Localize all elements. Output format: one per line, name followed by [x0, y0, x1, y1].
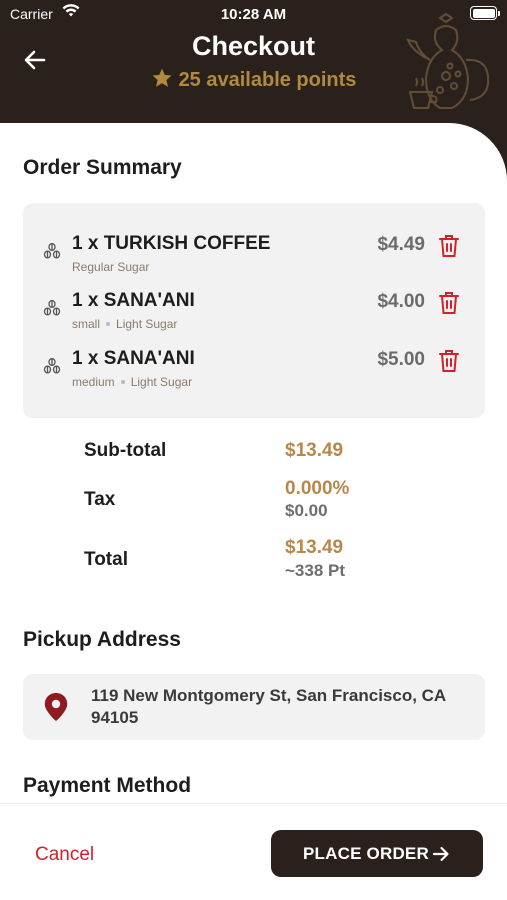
- item-option: small: [72, 317, 101, 331]
- address-line-1: 119 New Montgomery St, San Francisco, CA: [91, 686, 447, 705]
- star-icon: [151, 67, 173, 95]
- trash-icon: [439, 350, 459, 372]
- order-item: 1 x SANA'ANI small Light Sugar $4.00: [23, 290, 485, 340]
- item-options: medium Light Sugar: [72, 375, 192, 389]
- coffee-beans-icon: [43, 299, 61, 321]
- tax-rate: 0.000%: [285, 478, 350, 499]
- trash-icon: [439, 235, 459, 257]
- item-name: 1 x SANA'ANI: [72, 348, 195, 369]
- pickup-address-text: 119 New Montgomery St, San Francisco, CA…: [91, 685, 461, 729]
- item-option: medium: [72, 375, 115, 389]
- place-order-button[interactable]: PLACE ORDER: [271, 830, 483, 877]
- tax-label: Tax: [84, 489, 116, 510]
- subtotal-value: $13.49: [285, 440, 344, 461]
- item-options: Regular Sugar: [72, 260, 149, 274]
- delete-item-button[interactable]: [437, 348, 461, 379]
- trash-icon: [439, 292, 459, 314]
- points-text: 25 available points: [178, 69, 357, 91]
- item-name: 1 x TURKISH COFFEE: [72, 233, 271, 254]
- place-order-label: PLACE ORDER: [303, 844, 429, 863]
- total-points: ~338 Pt: [285, 561, 346, 580]
- pickup-address-title: Pickup Address: [23, 628, 181, 651]
- item-option: Light Sugar: [130, 375, 193, 389]
- cancel-button[interactable]: Cancel: [35, 844, 94, 866]
- tax-value: $0.00: [285, 501, 328, 520]
- checkout-sheet: Order Summary 1 x TURKISH COFFEE Regular…: [0, 123, 507, 803]
- item-price: $5.00: [377, 349, 425, 370]
- item-name: 1 x SANA'ANI: [72, 290, 195, 311]
- total-label: Total: [84, 549, 128, 570]
- location-pin-icon: [43, 692, 69, 727]
- coffee-beans-icon: [43, 357, 61, 379]
- order-item: 1 x SANA'ANI medium Light Sugar $5.00: [23, 348, 485, 398]
- payment-method-title: Payment Method: [23, 774, 192, 797]
- order-item: 1 x TURKISH COFFEE Regular Sugar $4.49: [23, 233, 485, 283]
- pickup-address-card[interactable]: 119 New Montgomery St, San Francisco, CA…: [23, 674, 485, 740]
- address-line-2: 94105: [91, 708, 139, 727]
- subtotal-label: Sub-total: [84, 440, 167, 461]
- order-summary-title: Order Summary: [23, 156, 182, 179]
- item-price: $4.49: [377, 234, 425, 255]
- order-items-card: 1 x TURKISH COFFEE Regular Sugar $4.49 1…: [23, 203, 485, 418]
- footer-bar: Cancel PLACE ORDER: [0, 803, 507, 900]
- item-options: small Light Sugar: [72, 317, 177, 331]
- item-option: Regular Sugar: [72, 260, 150, 274]
- item-option: Light Sugar: [116, 317, 178, 331]
- delete-item-button[interactable]: [437, 290, 461, 321]
- arrow-right-icon: [431, 844, 451, 869]
- coffee-pot-illustration: [406, 12, 501, 117]
- delete-item-button[interactable]: [437, 233, 461, 264]
- coffee-beans-icon: [43, 242, 61, 264]
- item-price: $4.00: [377, 291, 425, 312]
- total-value: $13.49: [285, 537, 344, 558]
